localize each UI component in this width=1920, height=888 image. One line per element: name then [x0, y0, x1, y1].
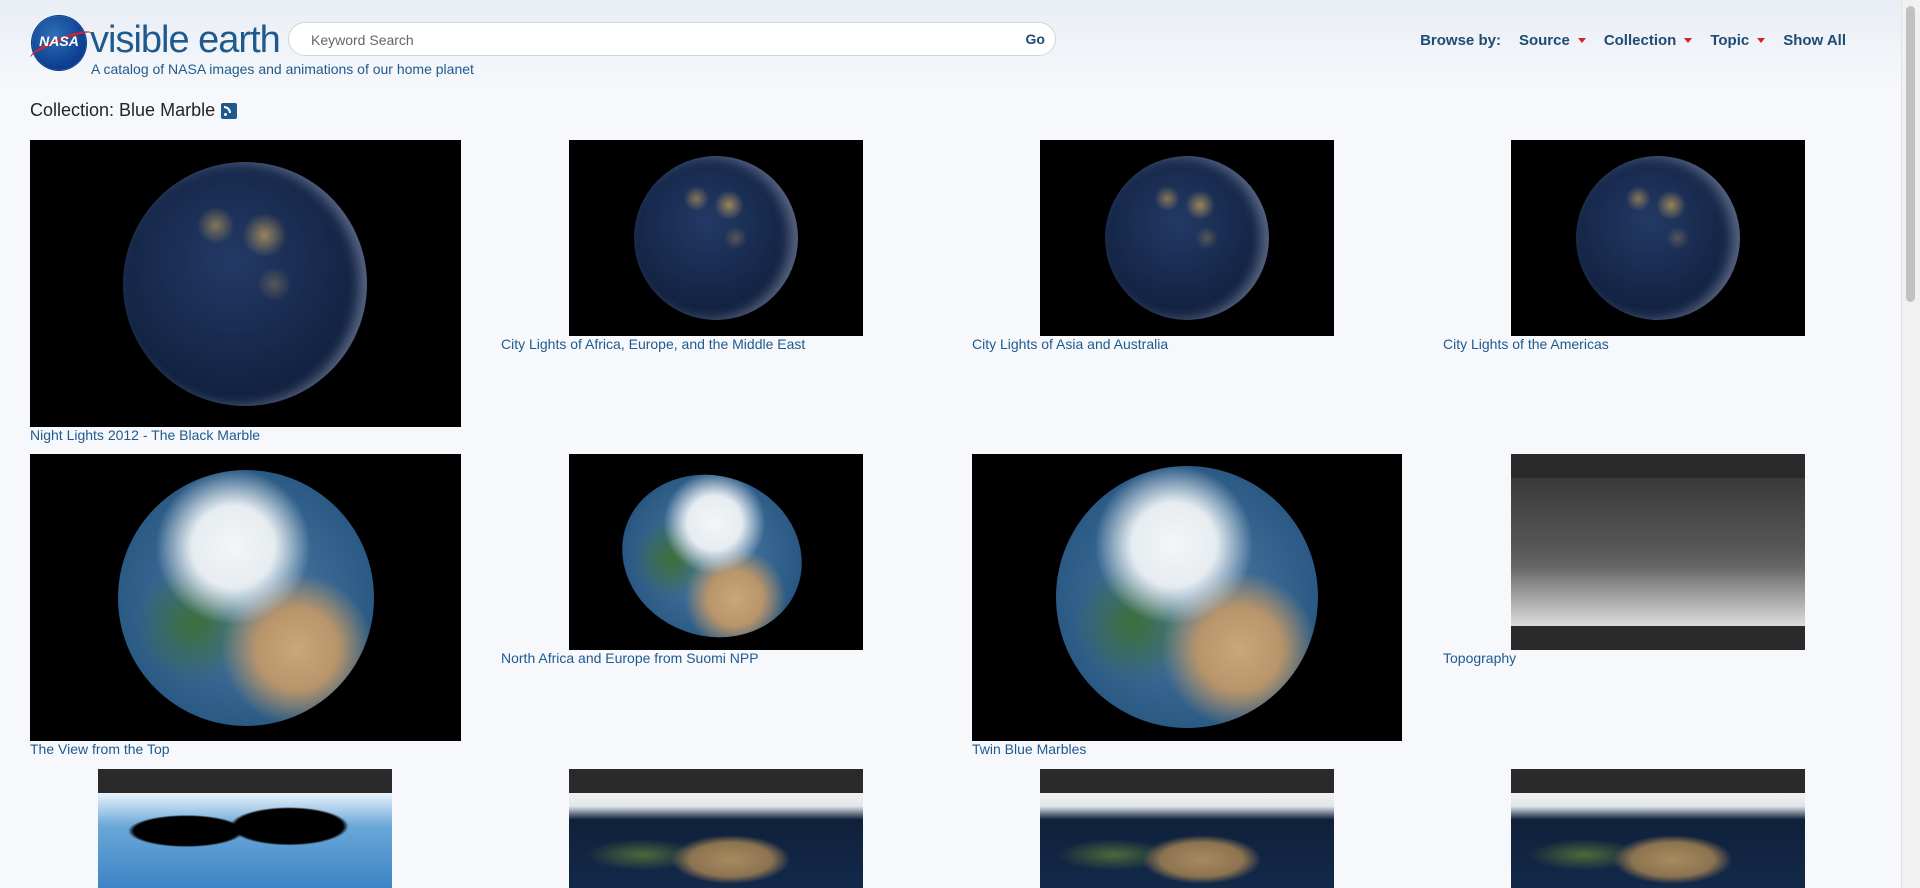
search-bar: Go [288, 22, 1056, 56]
rss-icon[interactable] [221, 102, 238, 119]
gallery-thumb-8[interactable] [1511, 454, 1805, 650]
gallery-caption-7[interactable]: Twin Blue Marbles [972, 741, 1086, 757]
gallery-thumb-12[interactable] [1511, 769, 1805, 888]
gallery-thumb-7[interactable] [972, 454, 1402, 741]
caret-down-icon [1577, 37, 1586, 43]
nav-collection-dropdown[interactable]: Collection [1604, 32, 1693, 49]
nav-topic-dropdown[interactable]: Topic [1710, 32, 1766, 49]
page-scrollbar[interactable] [1901, 0, 1920, 888]
gallery-thumb-9[interactable] [98, 769, 392, 888]
gallery-caption-8[interactable]: Topography [1443, 650, 1516, 666]
nasa-logo-icon: NASA [27, 16, 95, 70]
nav-show-all-link[interactable]: Show All [1783, 32, 1846, 49]
gallery-thumb-1[interactable] [30, 140, 461, 427]
logo-wordmark: visible earth [90, 19, 281, 61]
gallery-thumb-10[interactable] [569, 769, 863, 888]
browse-nav: Browse by: Source Collection Topic Show … [1420, 30, 1846, 50]
gallery-caption-1[interactable]: Night Lights 2012 - The Black Marble [30, 427, 260, 443]
gallery-thumb-4[interactable] [1511, 140, 1805, 336]
gallery-caption-6[interactable]: North Africa and Europe from Suomi NPP [501, 650, 759, 666]
gallery-thumb-5[interactable] [30, 454, 461, 741]
gallery-caption-4[interactable]: City Lights of the Americas [1443, 336, 1609, 352]
nav-source-dropdown[interactable]: Source [1519, 32, 1586, 49]
gallery-caption-5[interactable]: The View from the Top [30, 741, 170, 757]
site-header: NASA visible earth A catalog of NASA ima… [0, 0, 1902, 88]
caret-down-icon [1684, 37, 1693, 43]
search-input[interactable] [309, 28, 993, 52]
caret-down-icon [1757, 37, 1766, 43]
gallery-caption-3[interactable]: City Lights of Asia and Australia [972, 336, 1168, 352]
browse-label: Browse by: [1420, 31, 1501, 49]
scrollbar-thumb[interactable] [1906, 6, 1915, 302]
collection-title: Collection: Blue Marble [30, 100, 238, 121]
search-go-button[interactable]: Go [1026, 31, 1045, 47]
gallery-thumb-2[interactable] [569, 140, 863, 336]
site-tagline: A catalog of NASA images and animations … [91, 61, 474, 77]
gallery-thumb-11[interactable] [1040, 769, 1334, 888]
gallery-thumb-6[interactable] [569, 454, 863, 650]
gallery-caption-2[interactable]: City Lights of Africa, Europe, and the M… [501, 336, 805, 352]
gallery-thumb-3[interactable] [1040, 140, 1334, 336]
